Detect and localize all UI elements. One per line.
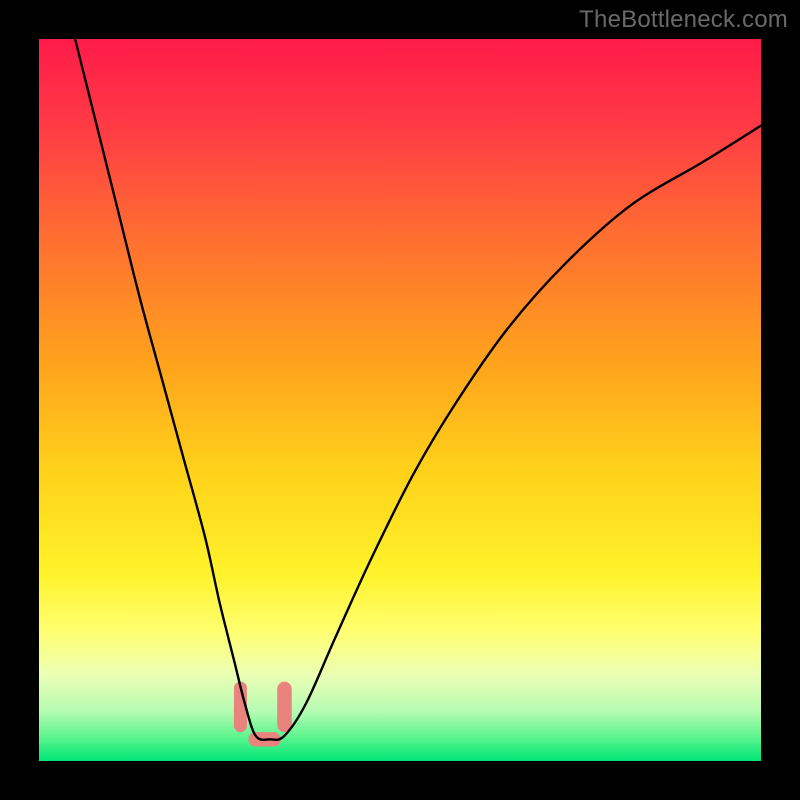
- watermark-text: TheBottleneck.com: [579, 6, 788, 34]
- background-gradient: [39, 39, 761, 761]
- plot-frame: [39, 39, 761, 761]
